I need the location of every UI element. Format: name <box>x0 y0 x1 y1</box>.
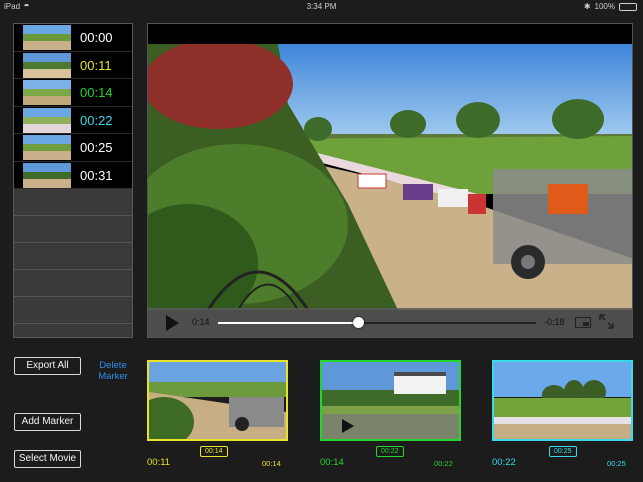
empty-row <box>14 189 132 216</box>
clip-play-button[interactable] <box>342 419 354 433</box>
marker-row[interactable]: 00:14 <box>14 79 132 107</box>
clip-thumbnail[interactable] <box>492 360 633 441</box>
clip-frame <box>494 362 631 439</box>
marker-row[interactable]: 00:25 <box>14 134 132 162</box>
play-button[interactable] <box>166 315 179 331</box>
marker-row[interactable]: 00:31 <box>14 161 132 189</box>
empty-row <box>14 270 132 297</box>
marker-time: 00:22 <box>80 112 113 128</box>
add-marker-button[interactable]: Add Marker <box>14 413 81 431</box>
select-movie-button[interactable]: Select Movie <box>14 450 81 468</box>
marker-time: 00:31 <box>80 167 113 183</box>
clip-end-badge[interactable]: 00:22 <box>376 446 404 457</box>
scrubber-progress <box>218 322 358 324</box>
time-remaining: -0:18 <box>544 317 565 327</box>
marker-thumbnail <box>23 80 71 105</box>
clip-end-badge[interactable]: 00:14 <box>200 446 228 457</box>
delete-marker-button[interactable]: Delete Marker <box>94 360 132 382</box>
marker-row[interactable]: 00:00 <box>14 24 132 52</box>
marker-list[interactable]: 00:00 00:11 00:14 00:22 00:25 00:31 <box>13 23 133 338</box>
picture-in-picture-icon[interactable] <box>575 317 591 328</box>
marker-time: 00:00 <box>80 30 113 45</box>
clip-end-badge[interactable]: 00:25 <box>549 446 577 457</box>
clip-thumbnail[interactable] <box>147 360 288 441</box>
marker-row[interactable]: 00:22 <box>14 106 132 134</box>
scrubber-track[interactable] <box>218 317 536 328</box>
expand-icon[interactable] <box>599 314 614 329</box>
empty-row <box>14 243 132 270</box>
battery-icon <box>619 2 637 11</box>
marker-thumbnail <box>23 162 71 188</box>
marker-thumbnail <box>23 52 71 78</box>
empty-row <box>14 216 132 243</box>
video-frame <box>148 44 632 310</box>
clip-thumbnail[interactable] <box>320 360 461 441</box>
clip-end-time: 00:22 <box>434 459 453 468</box>
empty-row <box>14 297 132 324</box>
marker-time: 00:25 <box>80 140 113 155</box>
battery-percent: 100% <box>594 2 615 11</box>
export-all-button[interactable]: Export All <box>14 357 81 375</box>
playback-controls: 0:14 -0:18 <box>148 308 632 337</box>
marker-thumbnail <box>23 107 71 133</box>
marker-thumbnail <box>23 25 71 50</box>
video-player[interactable]: 0:14 -0:18 <box>147 23 633 338</box>
marker-row[interactable]: 00:11 <box>14 51 132 79</box>
marker-thumbnail <box>23 135 71 160</box>
clip-end-time: 00:25 <box>607 459 626 468</box>
status-bar: iPad 3:34 PM ✱ 100% <box>0 0 643 14</box>
clip-start-time: 00:22 <box>492 457 516 468</box>
clip-start-time: 00:14 <box>320 457 344 468</box>
clock: 3:34 PM <box>306 2 337 11</box>
bluetooth-icon: ✱ <box>583 2 591 11</box>
marker-time: 00:11 <box>80 57 112 73</box>
marker-time: 00:14 <box>80 85 113 100</box>
clip-start-time: 00:11 <box>147 457 171 468</box>
scrubber-knob[interactable] <box>352 317 364 328</box>
clip-end-time: 00:14 <box>262 459 281 468</box>
time-elapsed: 0:14 <box>192 317 210 327</box>
clip-frame <box>149 362 286 439</box>
